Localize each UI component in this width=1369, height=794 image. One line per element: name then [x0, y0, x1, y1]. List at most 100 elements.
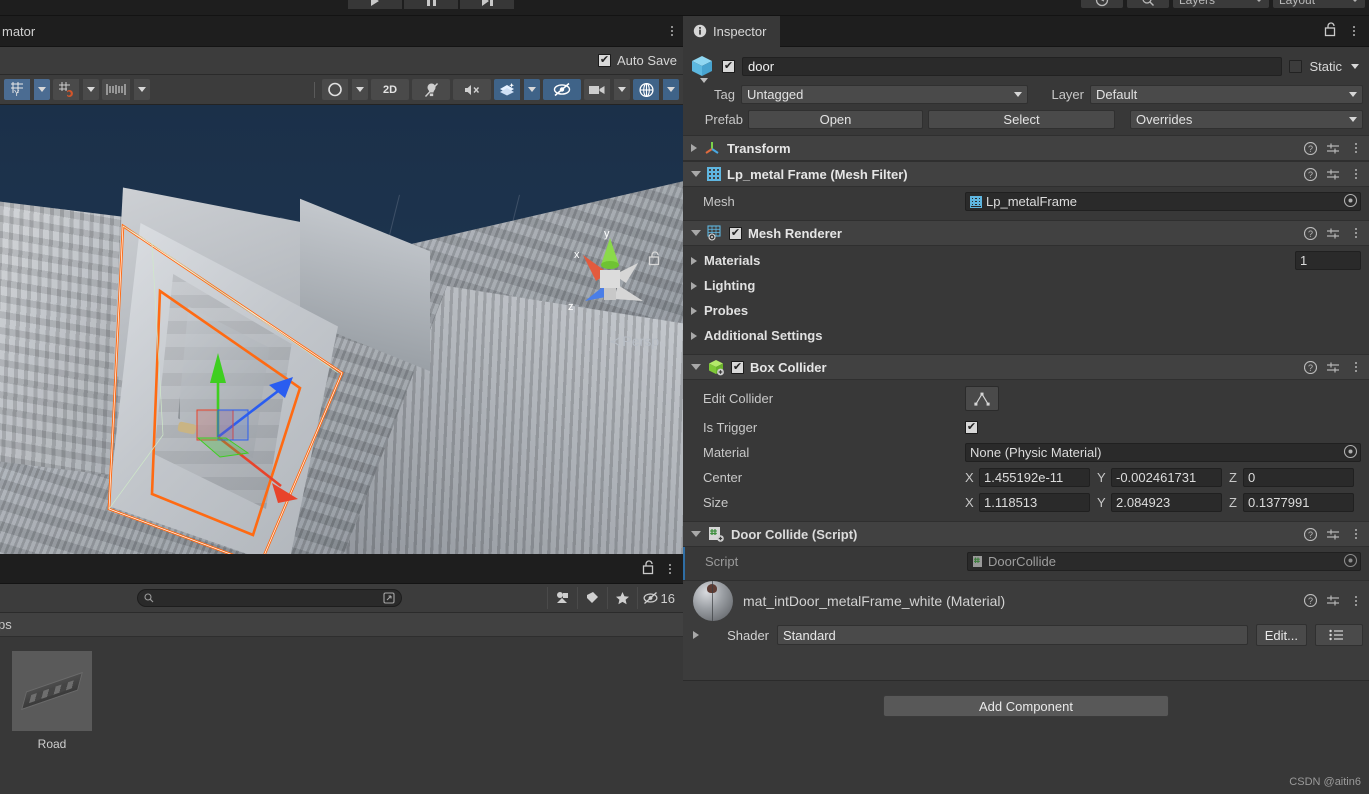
- physic-material-object-field[interactable]: None (Physic Material): [965, 443, 1361, 462]
- component-menu-button[interactable]: [1349, 529, 1363, 539]
- project-panel-menu-button[interactable]: [663, 563, 677, 574]
- prefab-overrides-dropdown[interactable]: Overrides: [1130, 110, 1363, 129]
- foldout-arrow-icon[interactable]: [691, 144, 697, 152]
- help-icon[interactable]: ?: [1304, 226, 1317, 240]
- toggle-effects-button[interactable]: [494, 79, 520, 100]
- size-z-input[interactable]: 0.1377991: [1243, 493, 1354, 512]
- prefab-open-button[interactable]: Open: [748, 110, 923, 129]
- toggle-2d-button[interactable]: 2D: [371, 79, 409, 100]
- foldout-arrow-icon[interactable]: [691, 306, 697, 315]
- gameobject-enabled-checkbox[interactable]: ✔: [722, 59, 735, 73]
- foldout-arrow-icon[interactable]: [691, 230, 701, 236]
- component-header-box-collider[interactable]: ✔ Box Collider ?: [683, 354, 1369, 380]
- center-y-input[interactable]: -0.002461731: [1111, 468, 1222, 487]
- edit-collider-button[interactable]: [965, 386, 999, 411]
- help-icon[interactable]: ?: [1304, 594, 1317, 607]
- door-object[interactable]: [108, 223, 358, 554]
- foldout-lighting[interactable]: Lighting: [683, 273, 1369, 298]
- component-menu-button[interactable]: [1349, 228, 1363, 238]
- center-x-input[interactable]: 1.455192e-11: [979, 468, 1090, 487]
- script-object-field[interactable]: DoorCollide: [967, 552, 1361, 571]
- preset-icon[interactable]: [1326, 227, 1340, 240]
- grid-dropdown[interactable]: [134, 79, 150, 100]
- shader-edit-button[interactable]: Edit...: [1255, 624, 1307, 646]
- center-z-input[interactable]: 0: [1243, 468, 1354, 487]
- prefab-select-button[interactable]: Select: [928, 110, 1115, 129]
- scene-viewport[interactable]: y x z ≺ Persp: [0, 105, 683, 554]
- global-search-button[interactable]: [1127, 0, 1169, 8]
- foldout-arrow-icon[interactable]: [691, 531, 701, 537]
- shader-dropdown[interactable]: Standard: [777, 625, 1248, 645]
- material-preset-button[interactable]: [1315, 624, 1363, 646]
- hidden-objects-indicator[interactable]: 16: [636, 587, 679, 609]
- foldout-arrow-icon[interactable]: [691, 331, 697, 340]
- component-menu-button[interactable]: [1349, 362, 1363, 372]
- toggle-lighting-button[interactable]: [412, 79, 450, 100]
- effects-dropdown[interactable]: [524, 79, 540, 100]
- favorites-button[interactable]: [606, 587, 637, 609]
- help-icon[interactable]: ?: [1304, 360, 1317, 374]
- camera-dropdown[interactable]: [614, 79, 630, 100]
- component-menu-button[interactable]: [1349, 143, 1363, 153]
- help-icon[interactable]: ?: [1304, 527, 1317, 541]
- tab-animator[interactable]: mator: [0, 24, 35, 39]
- inspector-lock-button[interactable]: [1324, 22, 1337, 40]
- project-asset-grid[interactable]: Road: [0, 637, 683, 777]
- preset-icon[interactable]: [1326, 361, 1340, 374]
- help-icon[interactable]: ?: [1304, 167, 1317, 181]
- snap-dropdown[interactable]: [83, 79, 99, 100]
- object-picker-button[interactable]: [1343, 444, 1358, 462]
- filter-by-label-button[interactable]: [576, 587, 607, 609]
- scene-visibility-button[interactable]: [543, 79, 581, 100]
- component-header-mesh-renderer[interactable]: ✔ Mesh Renderer ?: [683, 220, 1369, 246]
- tab-inspector[interactable]: Inspector: [683, 15, 781, 47]
- scene-camera-button[interactable]: [584, 79, 610, 100]
- preset-icon[interactable]: [1326, 142, 1340, 155]
- project-breadcrumb[interactable]: ps: [0, 613, 683, 637]
- layout-dropdown[interactable]: Layout: [1273, 0, 1365, 8]
- foldout-arrow-icon[interactable]: [693, 631, 699, 639]
- project-search-box[interactable]: [137, 589, 402, 607]
- asset-item[interactable]: Road: [12, 651, 92, 751]
- foldout-arrow-icon[interactable]: [691, 256, 697, 265]
- toggle-audio-button[interactable]: [453, 79, 491, 100]
- layer-dropdown[interactable]: Default: [1090, 85, 1363, 104]
- object-picker-button[interactable]: [1343, 553, 1358, 571]
- component-header-mesh-filter[interactable]: Lp_metal Frame (Mesh Filter) ?: [683, 161, 1369, 187]
- foldout-arrow-icon[interactable]: [691, 364, 701, 370]
- shading-dropdown[interactable]: [352, 79, 368, 100]
- component-header-door-collide[interactable]: Door Collide (Script) ?: [683, 521, 1369, 547]
- save-search-icon[interactable]: [383, 592, 395, 604]
- gizmos-toggle-button[interactable]: [633, 79, 659, 100]
- preset-icon[interactable]: [1326, 528, 1340, 541]
- size-y-input[interactable]: 2.084923: [1111, 493, 1222, 512]
- box-collider-enabled-checkbox[interactable]: ✔: [731, 360, 744, 374]
- projection-mode-label[interactable]: ≺ Persp: [609, 333, 659, 350]
- layers-dropdown[interactable]: Layers: [1173, 0, 1269, 8]
- foldout-arrow-icon[interactable]: [691, 171, 701, 177]
- static-checkbox[interactable]: [1289, 59, 1303, 73]
- play-button[interactable]: [348, 0, 402, 9]
- gizmos-dropdown[interactable]: [663, 79, 679, 100]
- pivot-dropdown[interactable]: [34, 79, 50, 100]
- preset-icon[interactable]: [1326, 168, 1340, 181]
- help-icon[interactable]: ?: [1304, 141, 1317, 155]
- is-trigger-checkbox[interactable]: ✔: [965, 421, 978, 434]
- auto-save-checkbox[interactable]: ✔: [598, 54, 611, 67]
- tag-dropdown[interactable]: Untagged: [741, 85, 1028, 104]
- snap-magnet-button[interactable]: [53, 79, 79, 100]
- preset-icon[interactable]: [1326, 594, 1340, 607]
- project-lock-button[interactable]: [642, 559, 655, 578]
- pause-button[interactable]: [404, 0, 458, 9]
- component-header-transform[interactable]: Transform ?: [683, 135, 1369, 161]
- static-dropdown-chevron-down-icon[interactable]: [1351, 63, 1359, 69]
- foldout-arrow-icon[interactable]: [691, 281, 697, 290]
- size-x-input[interactable]: 1.118513: [979, 493, 1090, 512]
- mesh-object-field[interactable]: Lp_metalFrame: [965, 192, 1361, 211]
- chevron-down-icon[interactable]: [700, 78, 708, 83]
- shading-mode-button[interactable]: [322, 79, 348, 100]
- materials-count-field[interactable]: 1: [1295, 251, 1361, 270]
- material-section-header[interactable]: mat_intDoor_metalFrame_white (Material) …: [683, 580, 1369, 621]
- scene-panel-menu-button[interactable]: [669, 26, 683, 36]
- object-picker-button[interactable]: [1343, 193, 1358, 211]
